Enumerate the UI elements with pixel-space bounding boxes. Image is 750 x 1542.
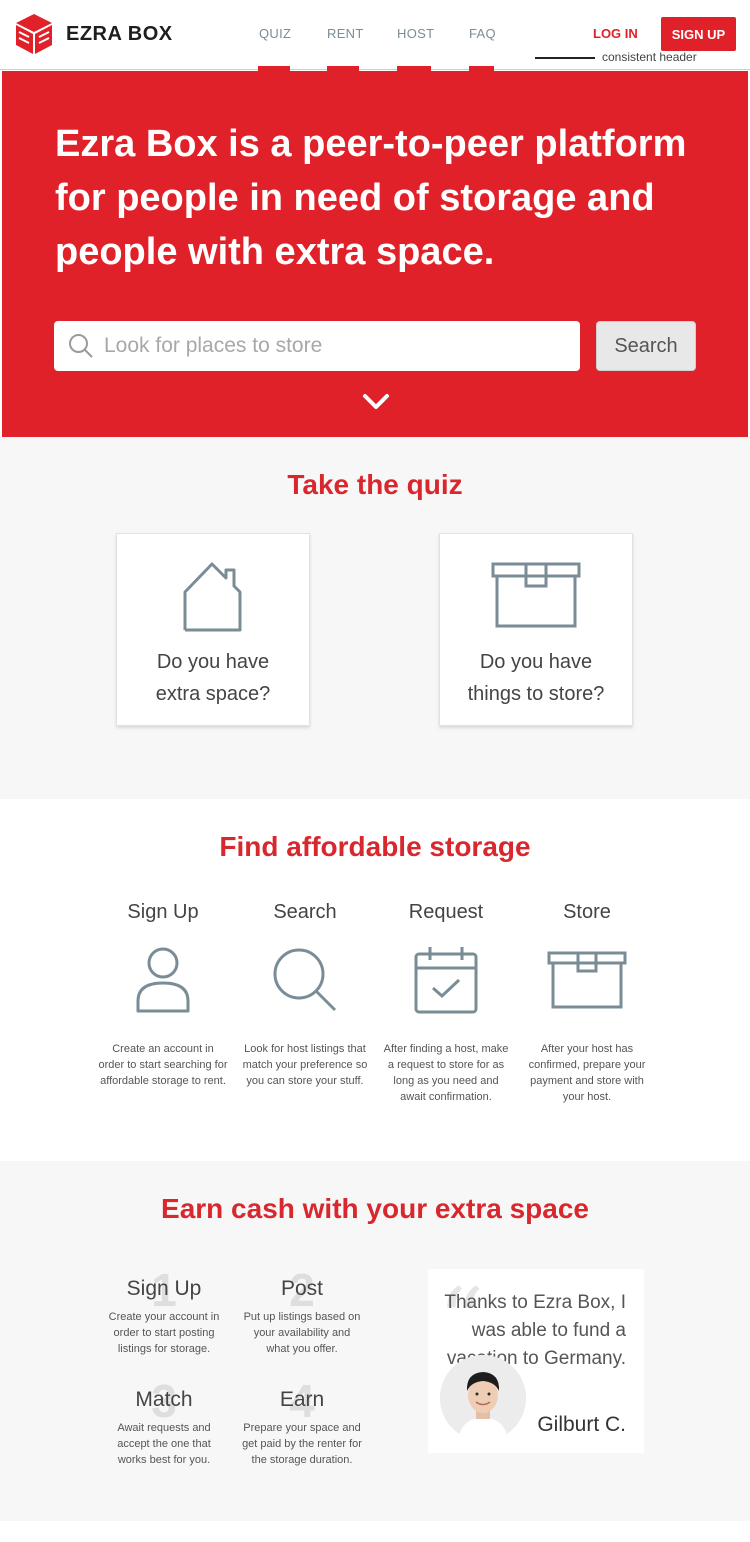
step-title: Match [135, 1388, 193, 1411]
search-input[interactable] [104, 334, 544, 358]
house-icon [183, 562, 242, 632]
page-bottom [0, 1521, 750, 1542]
section-title: Take the quiz [287, 469, 463, 500]
person-photo-icon [440, 1355, 526, 1441]
testimonial-card: “ Thanks to Ezra Box, I was able to fund… [428, 1269, 644, 1453]
quiz-card-line: Do you have [479, 651, 593, 673]
chevron-down-icon[interactable] [362, 393, 390, 411]
step-request: Request After finding a host, make a req… [381, 901, 511, 1105]
site-header: EZRA BOX QUIZ RENT HOST FAQ LOG IN SIGN … [0, 0, 750, 71]
earn-step-earn: 4 Earn Prepare your space and get paid b… [242, 1375, 362, 1468]
find-storage-section: Find affordable storage Sign Up Create a… [0, 799, 750, 1161]
calendar-check-icon [381, 935, 511, 1025]
step-desc: Put up listings based on your availabili… [243, 1311, 361, 1355]
nav-rent[interactable]: RENT [327, 26, 364, 41]
step-desc: After finding a host, make a request to … [383, 1043, 509, 1103]
login-link[interactable]: LOG IN [593, 26, 638, 41]
signup-button[interactable]: SIGN UP [661, 17, 736, 51]
annotation-text: consistent header [602, 50, 697, 64]
step-store: Store After your host has confirmed, pre… [522, 901, 652, 1105]
step-search: Search Look for host listings that match… [240, 901, 370, 1089]
step-title: Sign Up [126, 1277, 202, 1300]
quiz-card-line: extra space? [155, 683, 271, 705]
nav-quiz[interactable]: QUIZ [259, 26, 291, 41]
step-desc: Look for host listings that match your p… [242, 1043, 368, 1087]
step-sign-up: Sign Up Create an account in order to st… [98, 901, 228, 1089]
quiz-card-line: things to store? [467, 683, 605, 705]
nav-faq[interactable]: FAQ [469, 26, 496, 41]
step-desc: Create an account in order to start sear… [98, 1043, 228, 1087]
annotation-line [535, 57, 595, 59]
quiz-card-text: Do you have extra space? [117, 646, 309, 710]
brand-name: EZRA BOX [66, 22, 173, 45]
step-desc: Prepare your space and get paid by the r… [242, 1422, 362, 1466]
quiz-card-extra-space[interactable]: Do you have extra space? [116, 533, 310, 726]
user-icon [98, 935, 228, 1025]
hero-section: Ezra Box is a peer-to-peer platform for … [2, 71, 748, 437]
quiz-card-things-to-store[interactable]: Do you have things to store? [439, 533, 633, 726]
earn-step-post: 2 Post Put up listings based on your ava… [242, 1264, 362, 1357]
search-icon [240, 935, 370, 1025]
logo[interactable]: EZRA BOX [14, 12, 173, 56]
nav-host[interactable]: HOST [397, 26, 434, 41]
step-title: Post [280, 1277, 324, 1300]
quiz-card-text: Do you have things to store? [440, 646, 632, 710]
quiz-card-line: Do you have [156, 651, 270, 673]
section-title: Earn cash with your extra space [161, 1193, 589, 1224]
step-title: Request [408, 901, 484, 923]
step-title: Earn [279, 1388, 325, 1411]
avatar [440, 1355, 526, 1441]
step-desc: Create your account in order to start po… [108, 1311, 220, 1355]
earn-section: Earn cash with your extra space 1 Sign U… [0, 1161, 750, 1521]
step-desc: Await requests and accept the one that w… [117, 1422, 211, 1466]
hero-headline: Ezra Box is a peer-to-peer platform for … [55, 123, 687, 273]
earn-step-sign-up: 1 Sign Up Create your account in order t… [104, 1264, 224, 1357]
search-bar[interactable] [54, 321, 580, 371]
step-desc: After your host has confirmed, prepare y… [528, 1043, 646, 1103]
step-title: Store [563, 901, 611, 923]
quiz-section: Take the quiz Do you have extra space? D… [0, 437, 750, 799]
section-title: Find affordable storage [219, 831, 531, 862]
box-logo-icon [16, 14, 52, 54]
search-icon [69, 334, 93, 358]
box-icon [522, 935, 652, 1025]
search-button[interactable]: Search [596, 321, 696, 371]
testimonial-name: Gilburt C. [537, 1413, 626, 1436]
earn-step-match: 3 Match Await requests and accept the on… [104, 1375, 224, 1468]
step-title: Search [273, 901, 337, 923]
step-title: Sign Up [127, 901, 199, 923]
box-icon [491, 562, 581, 628]
